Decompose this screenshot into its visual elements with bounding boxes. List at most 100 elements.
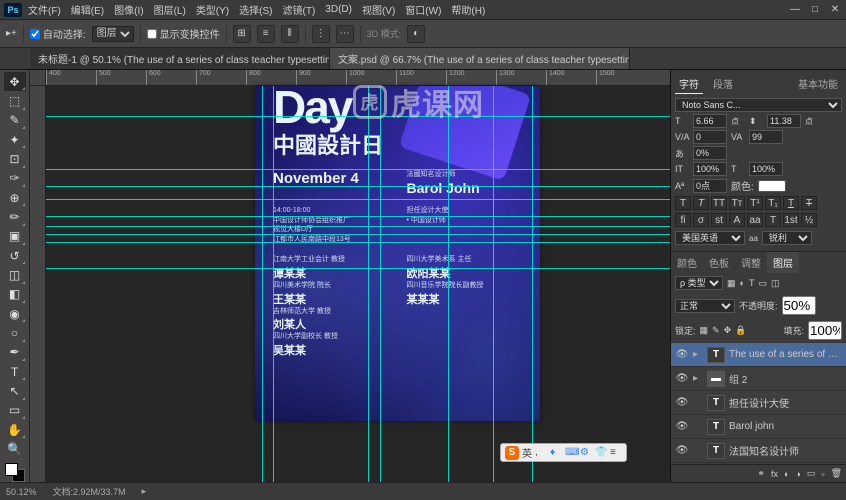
menu-edit[interactable]: 编辑(E) — [67, 0, 108, 19]
link-icon[interactable]: ⚭ — [757, 468, 765, 479]
layers-tab[interactable]: 图层 — [767, 252, 799, 273]
lasso-tool[interactable]: ✎ — [4, 111, 26, 130]
mask-icon[interactable]: ◐ — [784, 469, 789, 479]
menu-layer[interactable]: 图层(L) — [150, 0, 190, 19]
ime-keyboard-icon[interactable]: ⌨ — [565, 447, 577, 459]
minimize-button[interactable]: — — [788, 4, 802, 16]
adjust-tab[interactable]: 调整 — [735, 252, 767, 273]
filter-type-icon[interactable]: T — [749, 278, 755, 288]
distribute-icon-2[interactable]: ⋯ — [336, 25, 354, 43]
color-tab[interactable]: 颜色 — [671, 252, 703, 273]
bold-button[interactable]: T — [675, 196, 691, 210]
opacity-input[interactable] — [782, 296, 816, 315]
super-button[interactable]: T¹ — [747, 196, 763, 210]
hscale-input[interactable] — [749, 162, 783, 176]
pen-tool[interactable]: ✒ — [4, 343, 26, 362]
lock-pixel-icon[interactable]: ✎ — [712, 325, 720, 336]
para-tab[interactable]: 段落 — [709, 74, 737, 94]
type-tool[interactable]: T — [4, 362, 26, 381]
scale-input[interactable] — [693, 146, 727, 160]
zoom-level[interactable]: 50.12% — [6, 487, 37, 497]
maximize-button[interactable]: □ — [808, 4, 822, 16]
menu-3d[interactable]: 3D(D) — [321, 2, 356, 17]
color-swatch[interactable] — [5, 463, 25, 482]
opentype-button[interactable]: fi — [675, 213, 691, 227]
delete-icon[interactable]: 🗑 — [831, 468, 842, 479]
align-icon-3[interactable]: ⫴ — [281, 25, 299, 43]
kerning-input[interactable] — [693, 130, 727, 144]
text-color-swatch[interactable] — [758, 180, 786, 192]
guide[interactable] — [368, 86, 369, 482]
crop-tool[interactable]: ⊡ — [4, 149, 26, 168]
guide[interactable] — [532, 86, 533, 482]
guide[interactable] — [46, 169, 670, 170]
auto-select-dropdown[interactable]: 图层 — [92, 26, 134, 42]
italic-button[interactable]: T — [693, 196, 709, 210]
visibility-icon[interactable]: 👁 — [675, 373, 689, 384]
vscale-input[interactable] — [693, 162, 727, 176]
guide[interactable] — [493, 86, 494, 482]
adjustment-icon[interactable]: ◑ — [795, 469, 800, 479]
healing-tool[interactable]: ⊕ — [4, 188, 26, 207]
ruler-horizontal[interactable]: 4005006007008009001000110012001300140015… — [46, 70, 670, 86]
layer-row[interactable]: 👁T担任设计大使 — [671, 391, 846, 415]
tracking-input[interactable] — [749, 130, 783, 144]
gradient-tool[interactable]: ◧ — [4, 285, 26, 304]
marquee-tool[interactable]: ⬚ — [4, 91, 26, 110]
visibility-icon[interactable]: 👁 — [675, 421, 689, 432]
strike-button[interactable]: T — [801, 196, 817, 210]
stamp-tool[interactable]: ▣ — [4, 227, 26, 246]
menu-select[interactable]: 选择(S) — [235, 0, 276, 19]
guide[interactable] — [46, 216, 670, 217]
guide[interactable] — [273, 86, 274, 482]
layer-tree[interactable]: 👁▸TThe use of a series of cla... 👁▸▬组 2 … — [671, 343, 846, 464]
guide[interactable] — [262, 86, 263, 482]
filter-smart-icon[interactable]: ◫ — [771, 278, 780, 289]
underline-button[interactable]: T — [783, 196, 799, 210]
caps-button[interactable]: TT — [711, 196, 727, 210]
path-tool[interactable]: ↖ — [4, 381, 26, 400]
aa-select[interactable]: 锐利 — [762, 231, 812, 245]
layer-row[interactable]: 👁▸▬组 2 — [671, 367, 846, 391]
menu-help[interactable]: 帮助(H) — [447, 0, 489, 19]
eyedropper-tool[interactable]: ✑ — [4, 169, 26, 188]
layer-row[interactable]: 👁T法国知名设计师 — [671, 439, 846, 463]
ime-more-icon[interactable]: ≡ — [610, 447, 622, 459]
menu-filter[interactable]: 滤镜(T) — [279, 0, 320, 19]
guide[interactable] — [380, 86, 381, 482]
fill-input[interactable] — [808, 321, 842, 340]
ruler-origin[interactable] — [30, 70, 46, 86]
filter-kind[interactable]: ρ 类型 — [675, 276, 723, 290]
menu-image[interactable]: 图像(I) — [110, 0, 147, 19]
menu-type[interactable]: 类型(Y) — [192, 0, 233, 19]
brush-tool[interactable]: ✏ — [4, 207, 26, 226]
baseline-input[interactable] — [693, 179, 727, 193]
hand-tool[interactable]: ✋ — [4, 420, 26, 439]
show-transform-checkbox[interactable]: 显示变换控件 — [147, 26, 220, 41]
visibility-icon[interactable]: 👁 — [675, 397, 689, 408]
blend-mode[interactable]: 正常 — [675, 299, 735, 313]
lang-select[interactable]: 美国英语 — [675, 231, 745, 245]
align-icon[interactable]: ⊞ — [233, 25, 251, 43]
guide[interactable] — [448, 86, 449, 482]
fx-icon[interactable]: fx — [771, 469, 778, 479]
guide[interactable] — [46, 186, 670, 187]
ime-mic-icon[interactable]: ♦ — [550, 447, 562, 459]
guide[interactable] — [46, 199, 670, 200]
char-tab[interactable]: 字符 — [675, 74, 703, 94]
guide[interactable] — [46, 242, 670, 243]
filter-shape-icon[interactable]: ▭ — [758, 278, 767, 289]
new-layer-icon[interactable]: ▫ — [821, 469, 824, 479]
ime-icon[interactable]: , — [535, 447, 547, 459]
lock-all-icon[interactable]: 🔒 — [735, 325, 746, 336]
lock-pos-icon[interactable]: ✥ — [724, 325, 732, 336]
leading-input[interactable] — [767, 114, 801, 128]
dodge-tool[interactable]: ○ — [4, 323, 26, 342]
guide[interactable] — [46, 226, 670, 227]
guide[interactable] — [46, 234, 670, 235]
font-size-input[interactable] — [693, 114, 727, 128]
smallcaps-button[interactable]: Tт — [729, 196, 745, 210]
distribute-icon[interactable]: ⋮ — [312, 25, 330, 43]
wand-tool[interactable]: ✦ — [4, 130, 26, 149]
ime-settings-icon[interactable]: ⚙ — [580, 447, 592, 459]
